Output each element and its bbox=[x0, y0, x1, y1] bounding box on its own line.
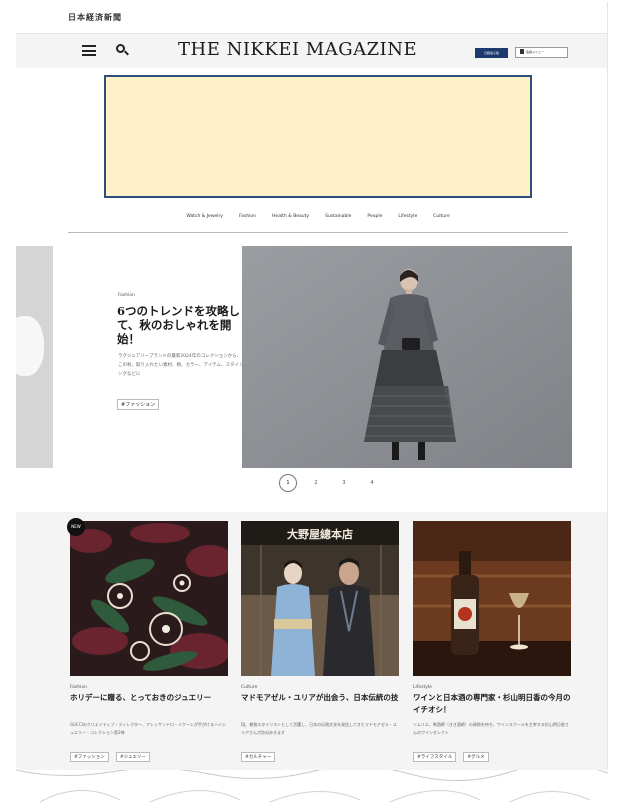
article-title[interactable]: ホリデーに贈る、とっておきのジュエリー bbox=[70, 692, 228, 717]
previous-slide-peek[interactable] bbox=[16, 246, 53, 468]
member-menu-label: 会員メニュー bbox=[526, 50, 545, 54]
feature-category: Fashion bbox=[118, 293, 135, 298]
article-description: GUCCIのクリエイティブ・ディレクター、アレッサンドロ・ミケーレが手がけるハイ… bbox=[70, 722, 226, 735]
tag-jewelry[interactable]: #ジュエリー bbox=[115, 752, 150, 762]
page: 日本経済新聞 THE NIKKEI MAGAZINE 日経電子版 会員メニュー … bbox=[16, 2, 608, 772]
subscribe-button[interactable]: 日経電子版 bbox=[475, 48, 508, 58]
page-dot-2[interactable]: 2 bbox=[307, 480, 325, 486]
wavy-edge-decoration bbox=[15, 763, 609, 803]
jewelry-photo bbox=[70, 521, 228, 676]
tag-lifestyle[interactable]: #ライフスタイル bbox=[413, 752, 457, 762]
article-card[interactable]: Lifestyle ワインと日本酒の専門家・杉山明日香の今月のイチオシ！ ソムリ… bbox=[413, 521, 571, 762]
feature-image[interactable] bbox=[242, 246, 572, 468]
hamburger-menu-icon[interactable] bbox=[82, 45, 96, 56]
article-thumbnail[interactable] bbox=[413, 521, 571, 676]
article-card[interactable]: NEW Fashion ホリデーに贈る、とっておきのジュエリー GUCCIのクリ… bbox=[67, 518, 228, 762]
store-sign: 大野屋總本店 bbox=[287, 527, 353, 541]
search-icon[interactable] bbox=[116, 44, 129, 56]
page-dot-4[interactable]: 4 bbox=[363, 480, 381, 486]
feature-title[interactable]: 6つのトレンドを攻略して、秋のおしゃれを開始！ bbox=[117, 304, 242, 346]
masthead: 日本経済新聞 bbox=[16, 2, 607, 34]
feature-carousel[interactable] bbox=[16, 246, 607, 468]
member-menu-button[interactable]: 会員メニュー bbox=[515, 47, 568, 58]
nav-fashion[interactable]: Fashion bbox=[231, 211, 264, 232]
carousel-pagination: 1 2 3 4 bbox=[279, 473, 391, 493]
article-card[interactable]: 大野屋總本店 Culture マドモアゼル・ユリアが出会う、日本伝統の技 DJ、… bbox=[241, 521, 399, 762]
article-tags: #カルチャー bbox=[241, 743, 399, 762]
nav-culture[interactable]: Culture bbox=[425, 211, 457, 232]
new-badge: NEW bbox=[67, 518, 85, 536]
nav-watch-jewelry[interactable]: Watch & Jewelry bbox=[178, 211, 231, 232]
ad-banner[interactable] bbox=[104, 75, 532, 198]
article-thumbnail[interactable] bbox=[70, 521, 228, 676]
nav-people[interactable]: People bbox=[359, 211, 390, 232]
feature-tag[interactable]: #ファッション bbox=[117, 399, 160, 410]
page-dot-3[interactable]: 3 bbox=[335, 480, 353, 486]
article-thumbnail[interactable]: 大野屋總本店 bbox=[241, 521, 399, 676]
article-category: Culture bbox=[241, 685, 258, 690]
torn-page-edge bbox=[0, 763, 619, 805]
nav-lifestyle[interactable]: Lifestyle bbox=[390, 211, 425, 232]
article-category: Lifestyle bbox=[413, 685, 432, 690]
tag-gourmet[interactable]: #グルメ bbox=[463, 752, 489, 762]
nav-health-beauty[interactable]: Health & Beauty bbox=[264, 211, 317, 232]
article-description: DJ、着物スタイリストとして活躍し、日本の伝統文化を発信してきたマドモアゼル・ユ… bbox=[241, 722, 397, 735]
next-slide-peek[interactable] bbox=[589, 246, 607, 468]
article-title[interactable]: ワインと日本酒の専門家・杉山明日香の今月のイチオシ！ bbox=[413, 692, 571, 717]
category-nav: Watch & Jewelry Fashion Health & Beauty … bbox=[68, 211, 568, 233]
article-tags: #ライフスタイル #グルメ bbox=[413, 743, 571, 762]
kimono-portrait-photo: 大野屋總本店 bbox=[241, 521, 399, 676]
feature-description: ラグジュアリーブランドの最新2024年のコレクションから、この秋、取り入れたい素… bbox=[118, 354, 244, 377]
nikkei-newspaper-logo[interactable]: 日本経済新聞 bbox=[68, 12, 122, 23]
user-icon bbox=[520, 49, 524, 54]
article-tags: #ファッション #ジュエリー bbox=[70, 743, 228, 762]
sake-bottle-photo bbox=[413, 521, 571, 676]
article-title[interactable]: マドモアゼル・ユリアが出会う、日本伝統の技 bbox=[241, 692, 399, 717]
site-logo[interactable]: THE NIKKEI MAGAZINE bbox=[178, 39, 417, 60]
tag-fashion[interactable]: #ファッション bbox=[70, 752, 109, 762]
nav-sustainable[interactable]: Sustainable bbox=[317, 211, 359, 232]
article-description: ソムリエ、唎酒師（きき酒師）の資格を持ち、ワインスクールを主宰する杉山明日香さん… bbox=[413, 722, 569, 735]
article-category: Fashion bbox=[70, 685, 87, 690]
page-dot-1[interactable]: 1 bbox=[279, 474, 297, 492]
site-header: THE NIKKEI MAGAZINE 日経電子版 会員メニュー bbox=[16, 34, 607, 68]
tag-culture[interactable]: #カルチャー bbox=[241, 752, 276, 762]
fashion-model-photo bbox=[242, 246, 572, 468]
